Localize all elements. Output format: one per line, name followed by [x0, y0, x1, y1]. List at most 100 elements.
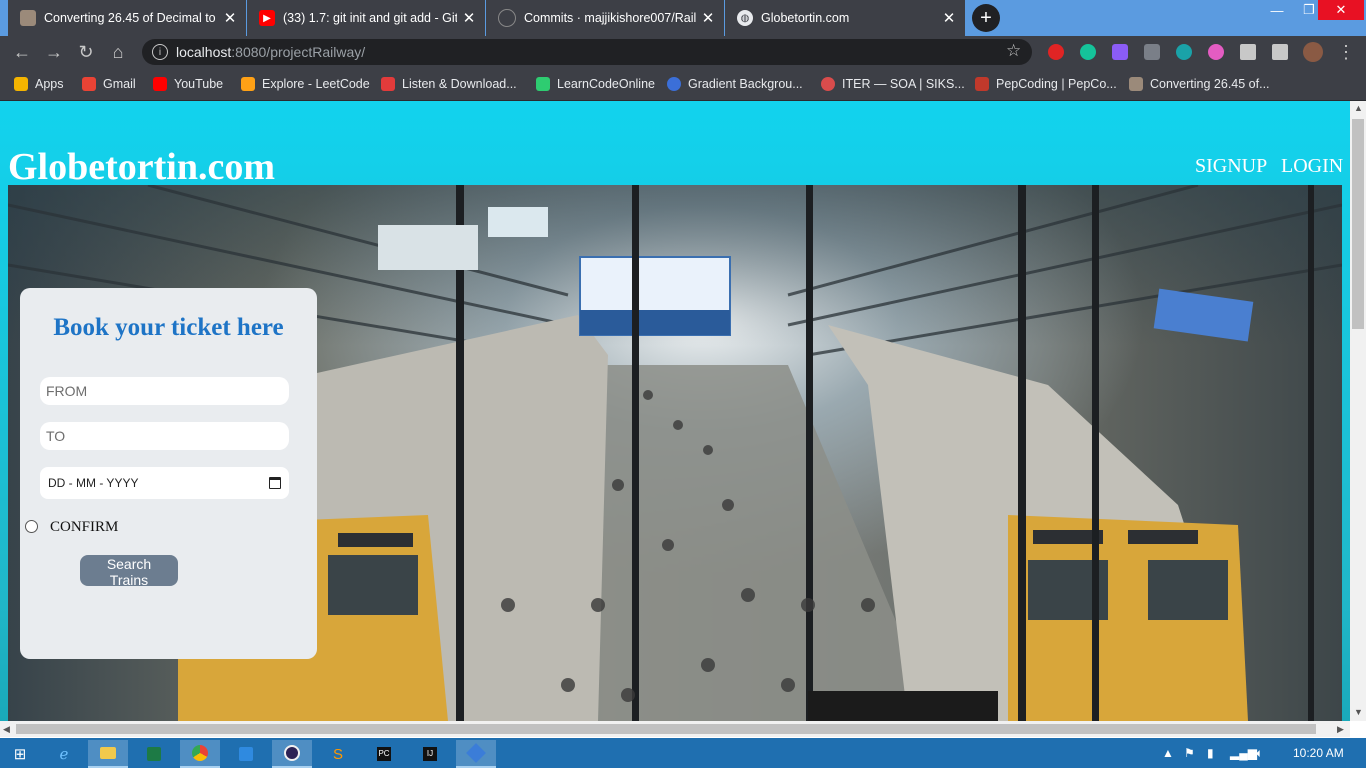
confirm-radio[interactable] [25, 520, 38, 533]
tab-youtube[interactable]: ▶ (33) 1.7: git init and git add - Git ✕ [247, 0, 485, 36]
music-icon [381, 77, 395, 91]
vscode-icon[interactable] [226, 740, 266, 768]
bookmark-youtube[interactable]: YouTube [153, 75, 223, 93]
lco-icon [536, 77, 550, 91]
address-path: :8080/projectRailway/ [231, 44, 366, 60]
close-icon[interactable]: ✕ [218, 9, 242, 27]
github-icon [498, 9, 516, 27]
excel-icon[interactable] [134, 740, 174, 768]
date-input[interactable]: DD - MM - YYYY [40, 467, 289, 499]
browser-toolbar: ← → ↻ ⌂ i localhost:8080/projectRailway/… [0, 36, 1366, 68]
ie-icon[interactable]: ℯ [44, 740, 84, 768]
bookmark-label: Listen & Download... [402, 77, 517, 91]
signup-link[interactable]: SIGNUP [1195, 155, 1267, 178]
battery-icon[interactable]: ▮ [1207, 746, 1214, 760]
bookmark-label: LearnCodeOnline [557, 77, 655, 91]
site-brand[interactable]: Globetortin.com [8, 145, 275, 189]
media-control-icon[interactable] [1272, 44, 1288, 60]
address-bar[interactable]: i localhost:8080/projectRailway/ [142, 39, 1032, 65]
tab-globetortin[interactable]: ◍ Globetortin.com ✕ [725, 0, 965, 36]
chrome-icon[interactable] [180, 740, 220, 768]
youtube-icon [153, 77, 167, 91]
to-input[interactable] [40, 422, 289, 450]
grammarly-extension-icon[interactable] [1080, 44, 1096, 60]
pepcoding-icon [975, 77, 989, 91]
address-host: localhost [176, 44, 232, 60]
tab-title: Commits · majjikishore007/Railwa [524, 11, 696, 25]
tab-title: Converting 26.45 of Decimal to B [44, 11, 218, 25]
profile-avatar[interactable] [1303, 42, 1323, 62]
calendar-icon[interactable] [269, 477, 281, 489]
scroll-down-arrow-icon[interactable]: ▼ [1354, 707, 1363, 717]
vertical-scroll-thumb[interactable] [1352, 119, 1364, 329]
new-tab-button[interactable]: + [972, 4, 1000, 32]
search-trains-button[interactable]: Search Trains [80, 555, 178, 588]
browser-tab-strip: Converting 26.45 of Decimal to B ✕ ▶ (33… [0, 0, 1366, 36]
date-placeholder: DD - MM - YYYY [48, 476, 139, 490]
shield-extension-icon[interactable] [1144, 44, 1160, 60]
flag-icon[interactable]: ⚑ [1184, 746, 1195, 760]
vertical-scrollbar[interactable]: ▲ ▼ [1350, 101, 1366, 721]
scroll-up-arrow-icon[interactable]: ▲ [1354, 103, 1363, 113]
confirm-label: CONFIRM [50, 519, 119, 535]
close-icon[interactable]: ✕ [937, 9, 961, 27]
adblock-extension-icon[interactable] [1048, 44, 1064, 60]
bookmark-gradient[interactable]: Gradient Backgrou... [667, 75, 803, 93]
scroll-right-arrow-icon[interactable]: ▶ [1337, 724, 1344, 735]
scroll-left-arrow-icon[interactable]: ◀ [3, 724, 10, 735]
clock-time[interactable]: 10:20 AM [1293, 746, 1344, 760]
tray-expand-icon[interactable]: ▲ [1162, 746, 1174, 760]
file-explorer-icon[interactable] [88, 740, 128, 768]
volume-icon[interactable]: 🔈︎ [1256, 746, 1263, 761]
bookmark-iter[interactable]: ITER — SOA | SIKS... [821, 75, 965, 93]
gmail-icon [82, 77, 96, 91]
bookmarks-bar: Apps Gmail YouTube Explore - LeetCode Li… [0, 68, 1366, 101]
bookmark-gmail[interactable]: Gmail [82, 75, 136, 93]
pycharm-icon[interactable]: PC [364, 740, 404, 768]
bookmark-leetcode[interactable]: Explore - LeetCode [241, 75, 370, 93]
windows-taskbar: ⊞ ℯ S PC IJ ▲ ⚑ ▮ ▂▄▆ 🔈︎ 10:20 AM [0, 738, 1366, 768]
bookmark-label: Gmail [103, 77, 136, 91]
extension-icon[interactable] [1208, 44, 1224, 60]
youtube-icon: ▶ [259, 10, 275, 26]
tab-converting[interactable]: Converting 26.45 of Decimal to B ✕ [8, 0, 246, 36]
home-icon[interactable]: ⌂ [106, 40, 130, 64]
page-viewport: Globetortin.com SIGNUP LOGIN Book your t… [0, 101, 1350, 721]
sublime-icon[interactable]: S [318, 740, 358, 768]
bookmark-label: YouTube [174, 77, 224, 91]
from-input[interactable] [40, 377, 289, 405]
iter-icon [821, 77, 835, 91]
reload-icon[interactable]: ↻ [74, 40, 98, 64]
bookmark-listen[interactable]: Listen & Download... [381, 75, 517, 93]
sourcetree-icon[interactable] [456, 740, 496, 768]
forward-arrow-icon[interactable]: → [42, 40, 66, 64]
intellij-icon[interactable]: IJ [410, 740, 450, 768]
calculator-icon [20, 10, 36, 26]
close-icon[interactable]: ✕ [457, 9, 481, 27]
tab-title: Globetortin.com [761, 11, 850, 25]
extension-icon[interactable] [1176, 44, 1192, 60]
windows-start-icon[interactable]: ⊞ [0, 740, 40, 768]
leetcode-icon [241, 77, 255, 91]
horizontal-scrollbar[interactable]: ◀ ▶ [0, 721, 1350, 737]
puzzle-extensions-icon[interactable] [1240, 44, 1256, 60]
extension-icon[interactable] [1112, 44, 1128, 60]
menu-kebab-icon[interactable]: ⋮ [1334, 40, 1358, 64]
bookmark-pepcoding[interactable]: PepCoding | PepCo... [975, 75, 1117, 93]
back-arrow-icon[interactable]: ← [10, 40, 34, 64]
close-window-button[interactable]: ✕ [1318, 0, 1364, 20]
horizontal-scroll-thumb[interactable] [16, 724, 1316, 734]
tab-commits[interactable]: Commits · majjikishore007/Railwa ✕ [486, 0, 724, 36]
close-icon[interactable]: ✕ [696, 9, 720, 27]
bookmark-label: Apps [35, 77, 64, 91]
bookmark-converting[interactable]: Converting 26.45 of... [1129, 75, 1270, 93]
bookmark-label: ITER — SOA | SIKS... [842, 77, 965, 91]
wifi-signal-icon[interactable]: ▂▄▆ [1230, 746, 1257, 760]
tab-title: (33) 1.7: git init and git add - Git [283, 11, 457, 25]
eclipse-icon[interactable] [272, 740, 312, 768]
bookmark-learncodeonline[interactable]: LearnCodeOnline [536, 75, 655, 93]
site-info-icon[interactable]: i [152, 44, 168, 60]
bookmark-apps[interactable]: Apps [14, 75, 64, 93]
login-link[interactable]: LOGIN [1281, 155, 1343, 178]
bookmark-star-icon[interactable]: ☆ [1006, 41, 1021, 61]
